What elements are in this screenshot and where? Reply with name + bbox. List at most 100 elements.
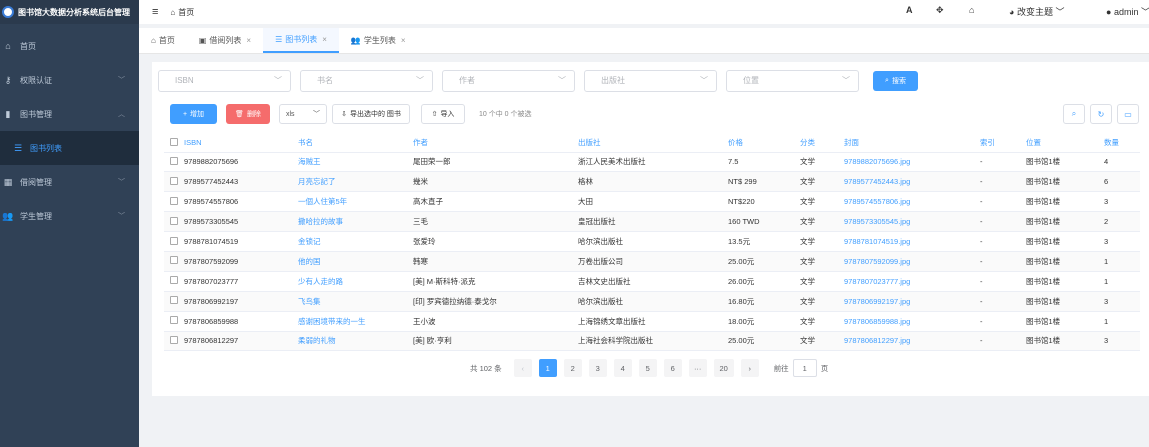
- table-row[interactable]: 9787806812297 柔弱的礼物 [美] 欧·亨利 上海社会科学院出版社 25.0…: [164, 331, 1140, 352]
- publisher-select[interactable]: 出版社 ﹀: [584, 70, 717, 92]
- row-checkbox[interactable]: [170, 296, 178, 305]
- font-size-icon[interactable]: A: [906, 5, 913, 15]
- column-header[interactable]: 索引: [980, 134, 1026, 153]
- sidebar-item-student-management[interactable]: 👥 学生管理 ﹀: [0, 199, 139, 233]
- cover-cell[interactable]: 9787807592099.jpg: [844, 251, 980, 272]
- theme-switcher[interactable]: ◕ 改变主题 ﹀: [1009, 5, 1065, 18]
- close-icon[interactable]: ×: [246, 36, 251, 45]
- import-button[interactable]: ⇧ 导入: [421, 104, 465, 124]
- column-header[interactable]: 书名: [298, 134, 413, 153]
- row-checkbox[interactable]: [170, 335, 178, 344]
- row-checkbox[interactable]: [170, 216, 178, 225]
- cover-cell[interactable]: 9789573305545.jpg: [844, 211, 980, 233]
- title-cell[interactable]: 少有人走的路: [298, 271, 413, 292]
- book-table: ISBN 书名 作者 出版社 价格 分类 封面 索引 位置 数量 9789882…: [164, 134, 1140, 352]
- cover-cell[interactable]: 9789574557806.jpg: [844, 191, 980, 213]
- table-row[interactable]: 9787807592099 他的国 韩寒 万卷出版公司 25.00元 文学 97878075…: [164, 251, 1140, 272]
- title-select[interactable]: 书名 ﹀: [300, 70, 433, 92]
- row-checkbox[interactable]: [170, 176, 178, 185]
- cover-cell[interactable]: 9787807023777.jpg: [844, 271, 980, 292]
- isbn-cell: 9787806859988: [184, 311, 298, 332]
- row-checkbox[interactable]: [170, 276, 178, 285]
- column-header[interactable]: 作者: [413, 134, 578, 153]
- cover-cell[interactable]: 9788781074519.jpg: [844, 231, 980, 252]
- table-row[interactable]: 9789573305545 撒哈拉的故事 三毛 皇冠出版社 160 TWD 文学 97895…: [164, 211, 1140, 233]
- sidebar-item-auth[interactable]: ⚷ 权限认证 ﹀: [0, 63, 139, 97]
- fullscreen-icon[interactable]: ✥: [936, 5, 944, 16]
- price-cell: 16.80元: [728, 291, 800, 312]
- title-cell[interactable]: 海贼王: [298, 152, 413, 173]
- table-row[interactable]: 9787806992197 飞鸟集 [印] 罗宾德拉纳德·泰戈尔 哈尔滨出版社 16.8…: [164, 291, 1140, 312]
- author-select[interactable]: 作者 ﹀: [442, 70, 575, 92]
- page-button[interactable]: 3: [588, 359, 607, 377]
- cover-cell[interactable]: 9789577452443.jpg: [844, 171, 980, 193]
- prev-page-button[interactable]: ‹: [513, 359, 532, 377]
- sidebar-item-book-management[interactable]: ▮ 图书管理 ︿: [0, 97, 139, 131]
- search-button[interactable]: ⌕ 搜索: [873, 71, 918, 91]
- goto-page-input[interactable]: 1: [792, 359, 817, 377]
- close-icon[interactable]: ×: [322, 35, 327, 44]
- column-header[interactable]: ISBN: [184, 134, 298, 153]
- user-menu[interactable]: ● admin ﹀: [1106, 5, 1149, 18]
- column-header[interactable]: 出版社: [578, 134, 728, 153]
- close-icon[interactable]: ×: [401, 36, 406, 45]
- title-cell[interactable]: 柔弱的礼物: [298, 331, 413, 352]
- home-icon[interactable]: ⌂: [969, 5, 974, 15]
- isbn-select[interactable]: ISBN ﹀: [158, 70, 291, 92]
- location-select[interactable]: 位置 ﹀: [726, 70, 859, 92]
- tab-book-list[interactable]: ☰ 图书列表 ×: [263, 28, 339, 53]
- row-checkbox[interactable]: [170, 236, 178, 245]
- search-toggle-button[interactable]: ⌕: [1063, 104, 1085, 124]
- column-header[interactable]: 价格: [728, 134, 800, 153]
- export-selected-button[interactable]: ⇩ 导出选中的 图书: [332, 104, 410, 124]
- row-checkbox[interactable]: [170, 196, 178, 205]
- title-cell[interactable]: 一個人住第5年: [298, 191, 413, 213]
- sidebar-item-home[interactable]: ⌂ 首页: [0, 29, 139, 63]
- tab-student-list[interactable]: 👥 学生列表 ×: [339, 28, 418, 53]
- columns-button[interactable]: ▭: [1117, 104, 1139, 124]
- add-button[interactable]: + 增加: [170, 104, 217, 124]
- table-row[interactable]: 9789882075696 海贼王 尾田荣一郎 浙江人民美术出版社 7.5 文学 97898…: [164, 152, 1140, 173]
- breadcrumb-home[interactable]: 首页: [178, 7, 194, 18]
- tab-borrow-list[interactable]: ▣ 借阅列表 ×: [187, 28, 263, 53]
- page-button[interactable]: 5: [638, 359, 657, 377]
- column-header[interactable]: 数量: [1104, 134, 1140, 153]
- title-cell[interactable]: 感谢困境带来的一生: [298, 311, 413, 332]
- page-button[interactable]: 20: [713, 359, 734, 377]
- page-button[interactable]: 2: [563, 359, 582, 377]
- title-cell[interactable]: 飞鸟集: [298, 291, 413, 312]
- column-header[interactable]: 分类: [800, 134, 844, 153]
- cover-cell[interactable]: 9787806812297.jpg: [844, 331, 980, 352]
- cover-cell[interactable]: 9789882075696.jpg: [844, 152, 980, 173]
- table-row[interactable]: 9787807023777 少有人走的路 [美] M·斯科特·派克 吉林文史出版社 26…: [164, 271, 1140, 292]
- title-cell[interactable]: 月亮忘記了: [298, 171, 413, 193]
- title-cell[interactable]: 他的国: [298, 251, 413, 272]
- table-row[interactable]: 9788781074519 金锁记 张爱玲 哈尔滨出版社 13.5元 文学 97887810…: [164, 231, 1140, 252]
- page-button[interactable]: 4: [613, 359, 632, 377]
- tab-home[interactable]: ⌂ 首页: [139, 28, 187, 53]
- cover-cell[interactable]: 9787806859988.jpg: [844, 311, 980, 332]
- app-brand[interactable]: 图书馆大数据分析系统后台管理: [0, 0, 139, 24]
- page-button[interactable]: 6: [663, 359, 682, 377]
- title-cell[interactable]: 金锁记: [298, 231, 413, 252]
- page-button[interactable]: 1: [538, 359, 557, 377]
- title-cell[interactable]: 撒哈拉的故事: [298, 211, 413, 233]
- row-checkbox[interactable]: [170, 316, 178, 325]
- row-checkbox[interactable]: [170, 256, 178, 265]
- sidebar-item-book-list[interactable]: ☰ 图书列表: [0, 131, 139, 165]
- cover-cell[interactable]: 9787806992197.jpg: [844, 291, 980, 312]
- column-header[interactable]: 位置: [1026, 134, 1104, 153]
- table-row[interactable]: 9789574557806 一個人住第5年 高木直子 大田 NT$220 文学 978957…: [164, 191, 1140, 213]
- table-row[interactable]: 9787806859988 感谢困境带来的一生 王小波 上海锦绣文章出版社 18.00元…: [164, 311, 1140, 332]
- select-all-checkbox[interactable]: [170, 137, 178, 146]
- more-pages-button[interactable]: ···: [688, 359, 707, 377]
- hamburger-icon[interactable]: ≡: [152, 6, 158, 18]
- table-row[interactable]: 9789577452443 月亮忘記了 幾米 格林 NT$ 299 文学 978957745…: [164, 171, 1140, 193]
- row-checkbox[interactable]: [170, 156, 178, 165]
- next-page-button[interactable]: ›: [740, 359, 759, 377]
- refresh-button[interactable]: ↻: [1090, 104, 1112, 124]
- export-format-select[interactable]: xls ﹀: [279, 104, 327, 124]
- column-header[interactable]: 封面: [844, 134, 980, 153]
- sidebar-item-borrow-management[interactable]: ▦ 借阅管理 ﹀: [0, 165, 139, 199]
- delete-button[interactable]: 🗑 删除: [226, 104, 270, 124]
